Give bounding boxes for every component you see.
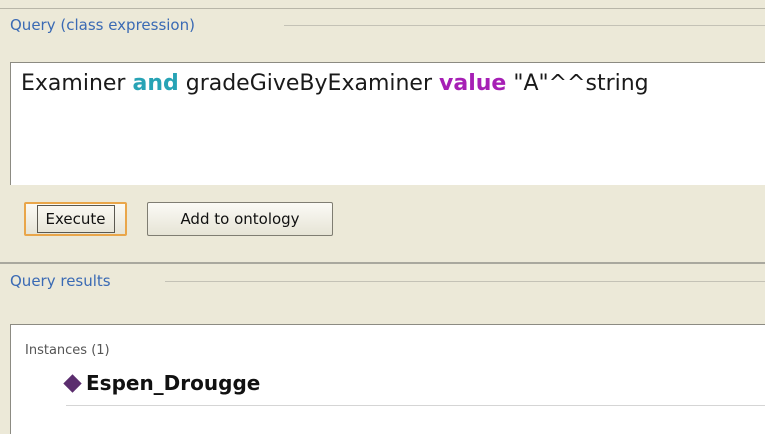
individual-diamond-icon <box>63 373 82 393</box>
query-panel: Query (class expression) Examiner and gr… <box>0 14 765 254</box>
add-to-ontology-button[interactable]: Add to ontology <box>147 202 333 236</box>
results-legend-rule <box>165 281 765 282</box>
query-legend-rule <box>284 25 765 26</box>
instance-name: Espen_Drougge <box>86 371 261 395</box>
results-panel: Query results Instances (1) Espen_Drougg… <box>0 270 765 434</box>
results-legend: Query results <box>10 270 111 292</box>
expression-text: Examiner and gradeGiveByExaminer value "… <box>21 71 649 96</box>
add-to-ontology-label: Add to ontology <box>180 210 300 228</box>
results-list: Instances (1) Espen_Drougge <box>10 324 765 434</box>
instances-label: Instances (1) <box>25 343 110 358</box>
execute-button[interactable]: Execute <box>24 202 127 236</box>
panel-divider[interactable] <box>0 262 765 264</box>
query-legend-label: Query (class expression) <box>10 16 195 34</box>
expr-class: Examiner <box>21 71 133 96</box>
keyword-value: value <box>439 71 507 96</box>
keyword-and: and <box>132 71 179 96</box>
expr-literal: "A"^^string <box>506 71 649 96</box>
results-legend-label: Query results <box>10 272 111 290</box>
execute-button-label: Execute <box>36 205 115 233</box>
query-legend: Query (class expression) <box>10 14 195 36</box>
list-item[interactable]: Espen_Drougge <box>63 371 261 395</box>
top-separator <box>0 8 765 9</box>
row-separator <box>66 405 765 406</box>
class-expression-editor[interactable]: Examiner and gradeGiveByExaminer value "… <box>10 62 765 185</box>
expr-property: gradeGiveByExaminer <box>178 71 440 96</box>
